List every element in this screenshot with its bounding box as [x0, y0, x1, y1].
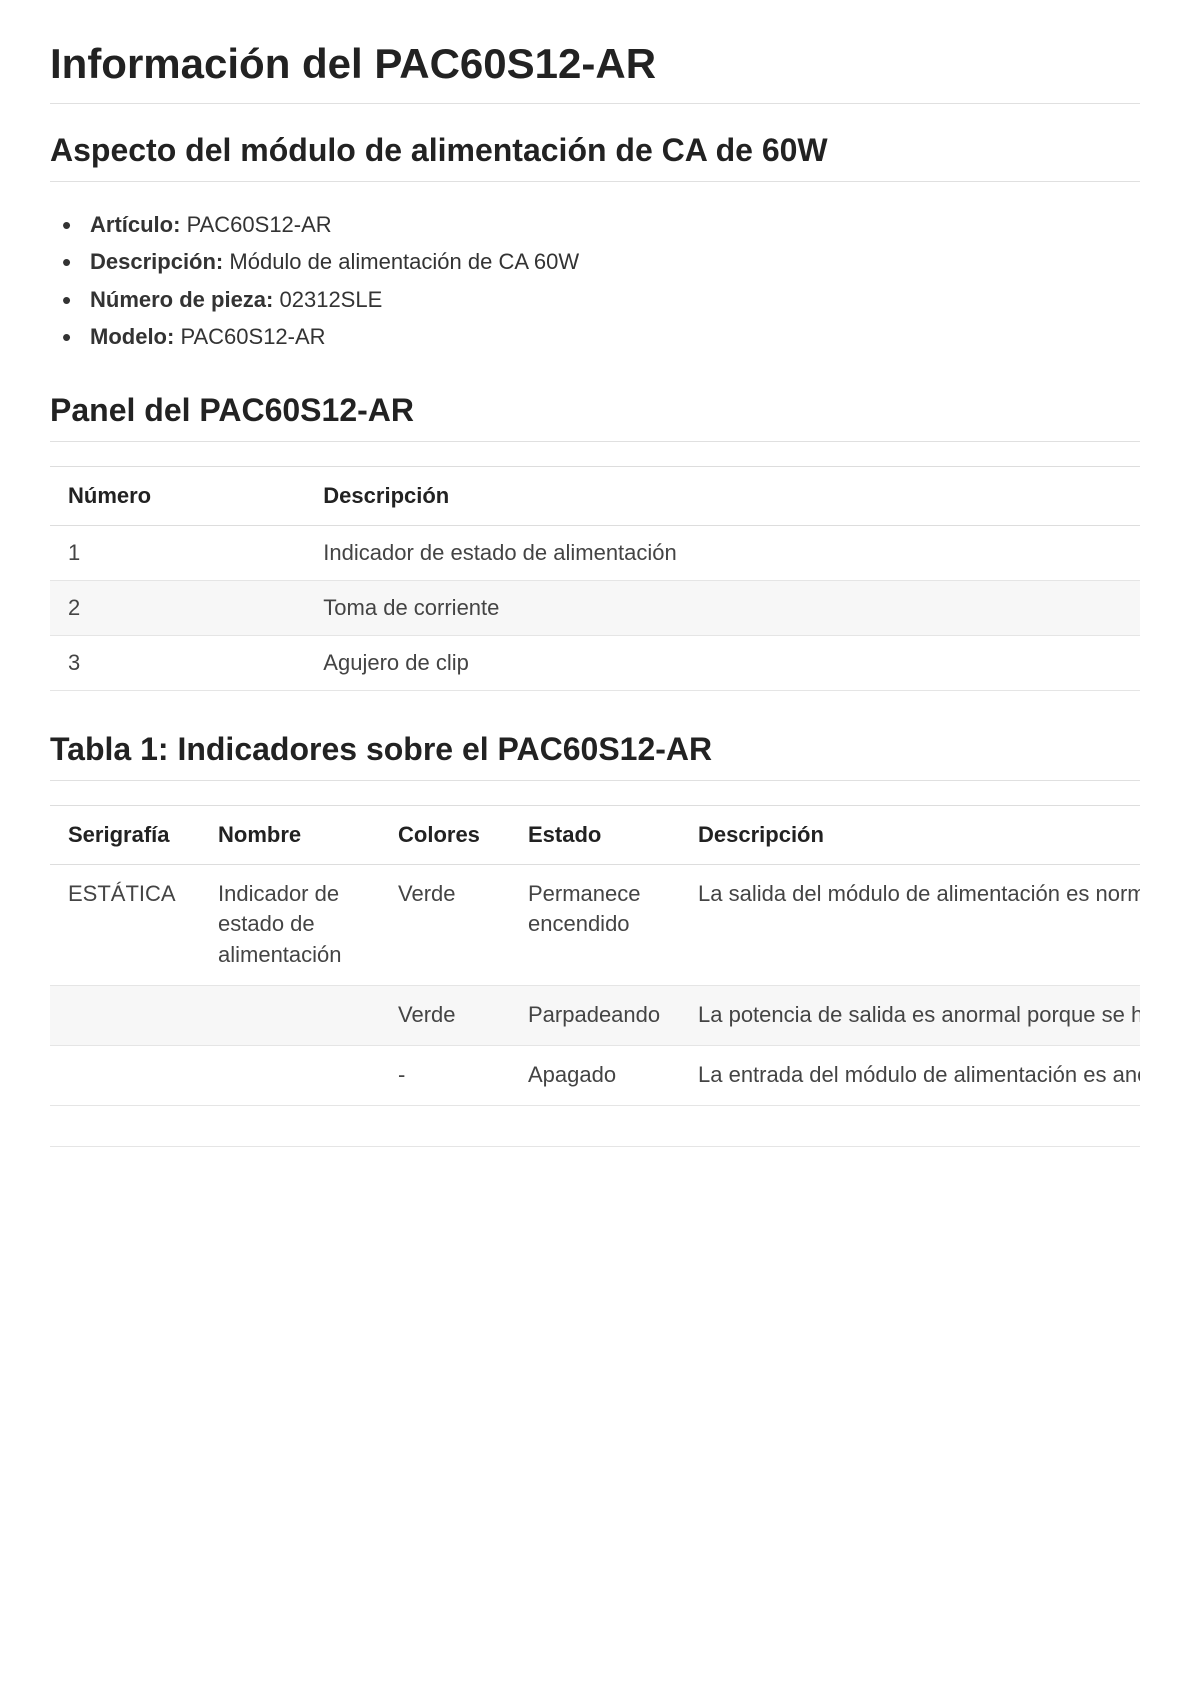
list-item-value: Módulo de alimentación de CA 60W	[229, 249, 579, 274]
table-cell	[200, 1045, 380, 1105]
table-cell: Verde	[380, 864, 510, 985]
table-cell: Indicador de estado de alimentación	[200, 864, 380, 985]
table-cell: 3	[50, 635, 305, 690]
section-heading-indicators: Tabla 1: Indicadores sobre el PAC60S12-A…	[50, 731, 1140, 781]
table-header: Nombre	[200, 805, 380, 864]
table-row: - Apagado La entrada del módulo de alime…	[50, 1045, 1140, 1105]
table-cell	[50, 1045, 200, 1105]
list-item-value: 02312SLE	[280, 287, 383, 312]
table-header: Descripción	[680, 805, 1140, 864]
table-cell: 2	[50, 580, 305, 635]
table-cell: Verde	[380, 985, 510, 1045]
table-header: Serigrafía	[50, 805, 200, 864]
list-item-label: Artículo:	[90, 212, 180, 237]
list-item: Modelo: PAC60S12-AR	[78, 318, 1140, 355]
table-cell: Indicador de estado de alimentación	[305, 525, 1140, 580]
list-item-label: Modelo:	[90, 324, 174, 349]
list-item: Artículo: PAC60S12-AR	[78, 206, 1140, 243]
table-cell: Agujero de clip	[305, 635, 1140, 690]
table-cell: 1	[50, 525, 305, 580]
table-cell: Parpadeando	[510, 985, 680, 1045]
table-cell: La entrada del módulo de alimentación es…	[680, 1045, 1140, 1105]
spec-list: Artículo: PAC60S12-AR Descripción: Módul…	[50, 206, 1140, 356]
list-item-label: Número de pieza:	[90, 287, 273, 312]
list-item: Descripción: Módulo de alimentación de C…	[78, 243, 1140, 280]
table-cell	[50, 985, 200, 1045]
table-row: 1 Indicador de estado de alimentación	[50, 525, 1140, 580]
section-heading-panel: Panel del PAC60S12-AR	[50, 392, 1140, 442]
section-heading-aspect: Aspecto del módulo de alimentación de CA…	[50, 132, 1140, 182]
table-cell: ESTÁTICA	[50, 864, 200, 985]
indicators-table: Serigrafía Nombre Colores Estado Descrip…	[50, 805, 1140, 1106]
panel-table: Número Descripción 1 Indicador de estado…	[50, 466, 1140, 691]
list-item: Número de pieza: 02312SLE	[78, 281, 1140, 318]
table-row: ESTÁTICA Indicador de estado de alimenta…	[50, 864, 1140, 985]
table-scroll-container: Serigrafía Nombre Colores Estado Descrip…	[50, 805, 1140, 1147]
table-row: 3 Agujero de clip	[50, 635, 1140, 690]
list-item-label: Descripción:	[90, 249, 223, 274]
table-cell: Toma de corriente	[305, 580, 1140, 635]
page-title: Información del PAC60S12-AR	[50, 40, 1140, 104]
table-cell: La potencia de salida es anormal porque …	[680, 985, 1140, 1045]
table-header: Número	[50, 466, 305, 525]
list-item-value: PAC60S12-AR	[180, 324, 325, 349]
table-cell	[200, 985, 380, 1045]
table-row: Verde Parpadeando La potencia de salida …	[50, 985, 1140, 1045]
table-cell: Permanece encendido	[510, 864, 680, 985]
table-header: Descripción	[305, 466, 1140, 525]
table-header: Colores	[380, 805, 510, 864]
table-cell: -	[380, 1045, 510, 1105]
table-header: Estado	[510, 805, 680, 864]
table-cell: La salida del módulo de alimentación es …	[680, 864, 1140, 985]
list-item-value: PAC60S12-AR	[187, 212, 332, 237]
table-row: 2 Toma de corriente	[50, 580, 1140, 635]
table-cell: Apagado	[510, 1045, 680, 1105]
